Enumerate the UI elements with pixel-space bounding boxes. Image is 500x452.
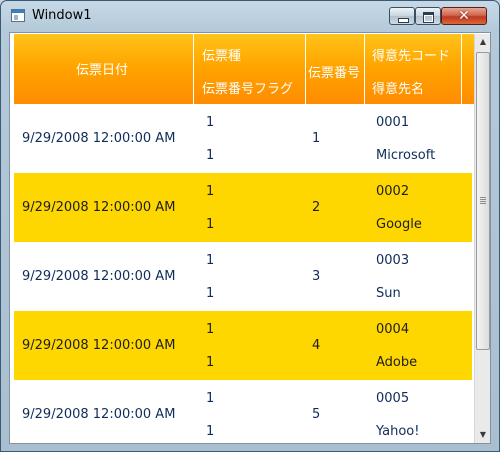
column-header-number-label: 伝票番号 xyxy=(308,66,361,81)
cell-customer-code: 0005 xyxy=(376,391,410,406)
column-header-type-bottom: 伝票番号フラグ xyxy=(202,82,294,97)
cell-customer-name: Microsoft xyxy=(376,148,436,163)
column-header-type-top: 伝票種 xyxy=(202,49,242,64)
grid-header: 伝票日付 伝票種 伝票番号フラグ 伝票番号 得意先コード 得意先名 xyxy=(14,34,480,104)
close-button[interactable]: ✕ xyxy=(441,7,487,25)
table-row[interactable]: 9/29/2008 12:00:00 AM 1 1 2 0002 Google xyxy=(14,173,472,242)
application-window: Window1 ✕ 伝票日付 伝票種 伝票番号フラグ 伝票番号 得意先コード 得… xyxy=(0,0,500,452)
table-row[interactable]: 9/29/2008 12:00:00 AM 1 1 3 0003 Sun xyxy=(14,242,472,311)
cell-customer-code: 0002 xyxy=(376,184,410,199)
cell-flag: 1 xyxy=(206,355,215,370)
table-row[interactable]: 9/29/2008 12:00:00 AM 1 1 4 0004 Adobe xyxy=(14,311,472,380)
arrow-down-icon: ▼ xyxy=(479,430,487,439)
scrollbar-thumb[interactable] xyxy=(476,52,490,350)
cell-date: 9/29/2008 12:00:00 AM xyxy=(22,407,176,422)
column-header-date-label: 伝票日付 xyxy=(76,63,129,78)
minimize-button[interactable] xyxy=(389,7,415,25)
cell-flag: 1 xyxy=(206,148,215,163)
column-header-customer-top: 得意先コード xyxy=(372,49,451,64)
column-header-customer[interactable]: 得意先コード 得意先名 xyxy=(365,34,461,104)
table-row[interactable]: 9/29/2008 12:00:00 AM 1 1 5 0005 Yahoo! xyxy=(14,380,472,443)
title-bar[interactable]: Window1 ✕ xyxy=(1,1,499,31)
cell-customer-name: Adobe xyxy=(376,355,418,370)
cell-customer-code: 0001 xyxy=(376,115,410,130)
cell-customer-code: 0003 xyxy=(376,253,410,268)
cell-number: 3 xyxy=(312,269,321,284)
cell-date: 9/29/2008 12:00:00 AM xyxy=(22,338,176,353)
cell-number: 5 xyxy=(312,407,321,422)
scroll-down-button[interactable]: ▼ xyxy=(475,427,490,443)
column-separator[interactable] xyxy=(461,34,462,104)
column-header-customer-bottom: 得意先名 xyxy=(372,82,425,97)
column-header-type[interactable]: 伝票種 伝票番号フラグ xyxy=(194,34,305,104)
cell-number: 4 xyxy=(312,338,321,353)
cell-number: 2 xyxy=(312,200,321,215)
window-app-icon[interactable] xyxy=(11,9,25,22)
maximize-button[interactable] xyxy=(415,7,441,25)
cell-number: 1 xyxy=(312,131,321,146)
close-icon: ✕ xyxy=(458,8,470,24)
cell-customer-name: Google xyxy=(376,217,422,232)
cell-flag: 1 xyxy=(206,424,215,439)
client-area: 伝票日付 伝票種 伝票番号フラグ 伝票番号 得意先コード 得意先名 9/29/2… xyxy=(9,32,491,444)
window-title: Window1 xyxy=(32,8,92,23)
cell-type: 1 xyxy=(206,322,215,337)
cell-type: 1 xyxy=(206,184,215,199)
arrow-up-icon: ▲ xyxy=(479,37,487,46)
cell-customer-name: Sun xyxy=(376,286,401,301)
table-row[interactable]: 9/29/2008 12:00:00 AM 1 1 1 0001 Microso… xyxy=(14,104,472,173)
scroll-up-button[interactable]: ▲ xyxy=(475,34,490,50)
cell-date: 9/29/2008 12:00:00 AM xyxy=(22,200,176,215)
minimize-icon xyxy=(398,18,409,23)
column-header-date[interactable]: 伝票日付 xyxy=(14,34,193,104)
cell-customer-name: Yahoo! xyxy=(376,424,420,439)
cell-date: 9/29/2008 12:00:00 AM xyxy=(22,269,176,284)
cell-type: 1 xyxy=(206,253,215,268)
vertical-scrollbar[interactable]: ▲ ▼ xyxy=(474,34,490,443)
column-header-number[interactable]: 伝票番号 xyxy=(306,34,364,104)
grip-icon xyxy=(480,197,486,198)
cell-date: 9/29/2008 12:00:00 AM xyxy=(22,131,176,146)
maximize-icon xyxy=(423,12,434,23)
cell-flag: 1 xyxy=(206,286,215,301)
cell-type: 1 xyxy=(206,391,215,406)
cell-customer-code: 0004 xyxy=(376,322,410,337)
cell-flag: 1 xyxy=(206,217,215,232)
cell-type: 1 xyxy=(206,115,215,130)
